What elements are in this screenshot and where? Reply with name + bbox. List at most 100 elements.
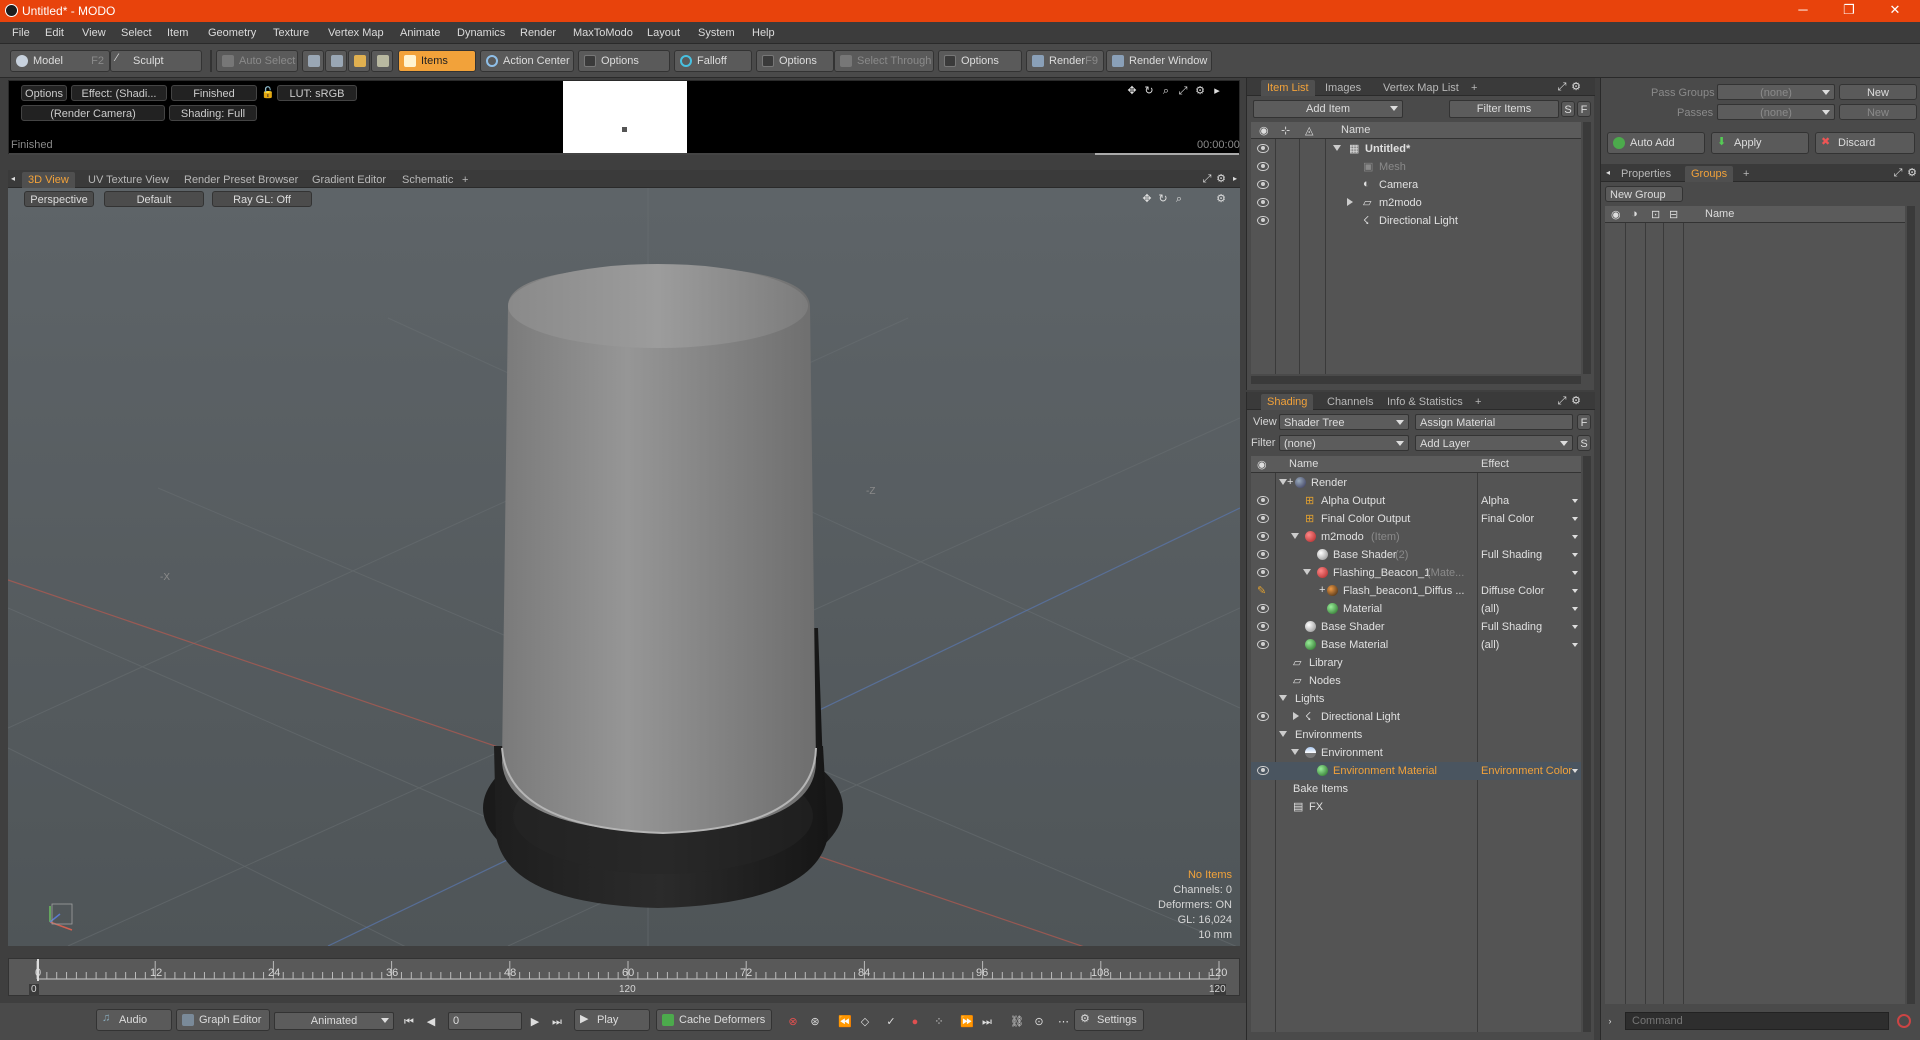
eye-icon[interactable] xyxy=(1257,532,1269,541)
default-style-dropdown[interactable]: Default xyxy=(104,191,204,207)
expand-arrow-icon[interactable] xyxy=(1303,569,1311,575)
shader-row-final-color-output[interactable]: ⊞ Final Color Output Final Color xyxy=(1251,510,1581,528)
menu-select[interactable]: Select xyxy=(121,27,152,39)
menu-layout[interactable]: Layout xyxy=(647,27,680,39)
add-tab-button[interactable]: + xyxy=(1465,80,1483,96)
auto-key-icon[interactable]: ⊗ xyxy=(788,1017,798,1028)
menu-item[interactable]: Item xyxy=(167,27,188,39)
shader-row-directional-light[interactable]: ☇ Directional Light xyxy=(1251,708,1581,726)
vertices-mode-button[interactable] xyxy=(302,50,324,72)
shader-row-library[interactable]: ▱ Library xyxy=(1251,654,1581,672)
eye-icon[interactable] xyxy=(1257,568,1269,577)
tab-groups[interactable]: Groups xyxy=(1685,166,1734,182)
preview-options-button[interactable]: Options xyxy=(21,85,67,101)
menu-texture[interactable]: Texture xyxy=(273,27,309,39)
audio-button[interactable]: ♫ Audio xyxy=(96,1009,172,1031)
playhead[interactable] xyxy=(37,959,39,981)
polygons-mode-button[interactable] xyxy=(348,50,370,72)
model-mode-button[interactable]: Model F2 xyxy=(10,50,110,72)
menu-maxtomodo[interactable]: MaxToModo xyxy=(573,27,633,39)
effect-dropdown-arrow[interactable] xyxy=(1572,589,1578,593)
shader-row-base-shader[interactable]: Base Shader Full Shading xyxy=(1251,618,1581,636)
new-group-button[interactable]: New Group xyxy=(1605,186,1683,202)
expand-arrow-icon[interactable] xyxy=(1291,533,1299,539)
f-toggle-button[interactable]: F xyxy=(1577,101,1591,117)
close-button[interactable]: ✕ xyxy=(1880,2,1910,18)
menu-help[interactable]: Help xyxy=(752,27,775,39)
menu-geometry[interactable]: Geometry xyxy=(208,27,256,39)
tree-row-directional-light[interactable]: ☇ Directional Light xyxy=(1251,212,1581,230)
add-tab-button[interactable]: + xyxy=(1737,166,1755,182)
new-pass-group-button[interactable]: New xyxy=(1839,84,1917,100)
gear-icon[interactable]: ⚙ xyxy=(1216,194,1226,205)
set-key-icon[interactable]: ✓ xyxy=(886,1017,896,1028)
pass-groups-dropdown[interactable]: (none) xyxy=(1717,84,1835,100)
first-frame-icon[interactable]: ⏮ xyxy=(404,1017,414,1028)
filter-dropdown[interactable]: (none) xyxy=(1279,435,1409,451)
key-options-icon[interactable]: ⁘ xyxy=(934,1017,944,1028)
add-tab-button[interactable]: + xyxy=(456,172,474,188)
expand-arrow-icon[interactable] xyxy=(1333,145,1341,151)
tab-3d-view[interactable]: 3D View xyxy=(22,172,75,188)
settings-button[interactable]: ⚙ Settings xyxy=(1074,1009,1144,1031)
items-mode-button[interactable]: Items xyxy=(398,50,476,72)
shader-row-bake-items[interactable]: Bake Items xyxy=(1251,780,1581,798)
channel-icon[interactable]: ⊙ xyxy=(1034,1017,1044,1028)
new-pass-button[interactable]: New xyxy=(1839,104,1917,120)
shader-tree-scrollbar[interactable] xyxy=(1583,456,1591,1032)
falloff-button[interactable]: Falloff xyxy=(674,50,752,72)
menu-edit[interactable]: Edit xyxy=(45,27,64,39)
gear-icon[interactable]: ⚙ xyxy=(1216,174,1226,185)
zoom-icon[interactable]: ⌕ xyxy=(1161,86,1171,97)
next-keyframe-icon[interactable]: ⏩ xyxy=(960,1017,974,1028)
end-keyframe-icon[interactable]: ⏭ xyxy=(982,1017,992,1028)
menu-render[interactable]: Render xyxy=(520,27,556,39)
auto-add-button[interactable]: Auto Add xyxy=(1607,132,1705,154)
maximize-icon[interactable]: ⤢ xyxy=(1557,82,1567,93)
render-button[interactable]: Render F9 xyxy=(1026,50,1104,72)
menu-file[interactable]: File xyxy=(12,27,30,39)
preview-finished-button[interactable]: Finished xyxy=(171,85,257,101)
3d-viewport[interactable]: Perspective Default Ray GL: Off ✥ ↻ ⌕ ⚙ … xyxy=(8,188,1240,946)
more-options-icon[interactable]: ⋯ xyxy=(1058,1017,1069,1028)
shader-row-material[interactable]: Material (all) xyxy=(1251,600,1581,618)
groups-scrollbar[interactable] xyxy=(1907,206,1915,1004)
shading-dropdown[interactable]: Shading: Full xyxy=(169,105,257,121)
lock-icon[interactable]: 🔓 xyxy=(261,88,275,99)
effect-dropdown-arrow[interactable] xyxy=(1572,553,1578,557)
add-item-dropdown[interactable]: Add Item xyxy=(1253,100,1403,118)
shader-row-m2modo[interactable]: m2modo (Item) xyxy=(1251,528,1581,546)
key-icon[interactable]: ◇ xyxy=(860,1017,870,1028)
menu-dynamics[interactable]: Dynamics xyxy=(457,27,505,39)
stop-icon[interactable] xyxy=(1897,1014,1911,1028)
tab-shading[interactable]: Shading xyxy=(1261,394,1314,410)
eye-icon[interactable] xyxy=(1257,604,1269,613)
collapse-arrow-icon[interactable]: ◂ xyxy=(8,174,18,184)
effect-dropdown-arrow[interactable] xyxy=(1572,535,1578,539)
eye-icon[interactable] xyxy=(1257,550,1269,559)
rotate-icon[interactable]: ↻ xyxy=(1158,194,1168,205)
link-icon[interactable]: ⛓ xyxy=(1010,1017,1024,1028)
effect-dropdown-arrow[interactable] xyxy=(1572,643,1578,647)
tab-properties[interactable]: Properties xyxy=(1615,166,1677,182)
eye-icon[interactable] xyxy=(1257,216,1269,225)
effect-dropdown-arrow[interactable] xyxy=(1572,499,1578,503)
shader-row-flashing-beacon[interactable]: Flashing_Beacon_1 (Mate... xyxy=(1251,564,1581,582)
select-through-options-button[interactable]: Options xyxy=(938,50,1022,72)
menu-system[interactable]: System xyxy=(698,27,735,39)
add-layer-dropdown[interactable]: Add Layer xyxy=(1415,435,1573,451)
assign-material-button[interactable]: Assign Material xyxy=(1415,414,1573,430)
eye-icon[interactable] xyxy=(1257,712,1269,721)
s-toggle-button[interactable]: S xyxy=(1561,101,1575,117)
tab-uv-texture-view[interactable]: UV Texture View xyxy=(82,172,175,188)
pan-icon[interactable]: ✥ xyxy=(1127,86,1137,97)
s-toggle-button[interactable]: S xyxy=(1577,435,1591,451)
shader-row-nodes[interactable]: ▱ Nodes xyxy=(1251,672,1581,690)
gear-icon[interactable]: ⚙ xyxy=(1571,396,1581,407)
effect-dropdown-arrow[interactable] xyxy=(1572,571,1578,575)
expand-arrow-icon[interactable] xyxy=(1291,749,1299,755)
sculpt-mode-button[interactable]: ⁄ Sculpt xyxy=(110,50,202,72)
current-frame-input[interactable]: 0 xyxy=(448,1012,522,1030)
command-input[interactable] xyxy=(1625,1012,1889,1030)
tab-gradient-editor[interactable]: Gradient Editor xyxy=(306,172,392,188)
